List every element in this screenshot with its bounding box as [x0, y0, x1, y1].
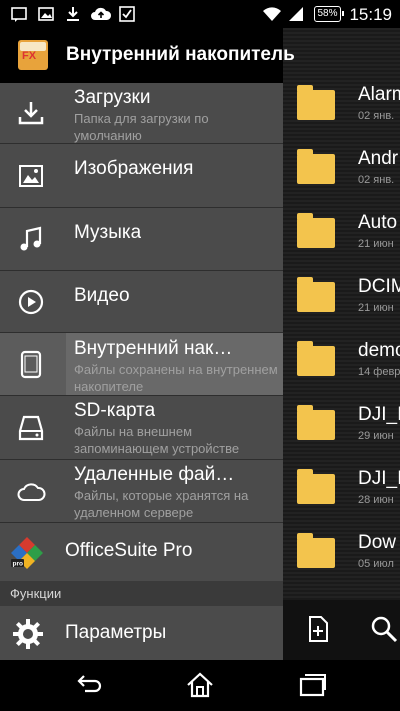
- home-icon[interactable]: [185, 672, 215, 698]
- status-time: 15:19: [349, 5, 392, 24]
- drawer-item-music[interactable]: Музыка: [0, 208, 283, 271]
- file-name: DCIM: [358, 276, 400, 297]
- image-icon: [38, 7, 54, 21]
- folder-icon: [297, 469, 335, 504]
- svg-text:pro: pro: [13, 561, 24, 568]
- download-icon: [18, 102, 44, 125]
- drawer-item-label: OfficeSuite Pro: [65, 540, 193, 561]
- file-name: DJI_I: [358, 468, 400, 489]
- tablet-icon: [20, 350, 42, 379]
- checkbox-icon: [119, 6, 135, 22]
- drawer-item-text: Видео: [66, 271, 283, 332]
- drawer-item-video[interactable]: Видео: [0, 271, 283, 333]
- folder-icon: [297, 405, 335, 440]
- file-row[interactable]: DJI_I 28 июн: [283, 458, 400, 522]
- drawer-item-remote-files[interactable]: Удаленные фай… Файлы, которые хранятся н…: [0, 460, 283, 523]
- battery-indicator: 58%: [314, 6, 344, 22]
- system-nav-bar: [0, 660, 400, 711]
- drawer-item-internal-storage[interactable]: Внутренний нак… Файлы сохранены на внутр…: [0, 333, 283, 396]
- drawer-item-images[interactable]: Изображения: [0, 144, 283, 208]
- drawer-item-subtitle: Файлы, которые хранятся на удаленном сер…: [74, 488, 249, 520]
- drawer-item-subtitle: Папка для загрузки по умолчанию: [74, 111, 209, 143]
- message-icon: [11, 7, 27, 22]
- file-row[interactable]: DJI_I 29 июн: [283, 394, 400, 458]
- file-name: Andr: [358, 148, 399, 169]
- gear-icon: [13, 619, 43, 649]
- drawer-item-label: Параметры: [65, 622, 167, 643]
- search-icon[interactable]: [369, 614, 399, 644]
- file-row[interactable]: Alarm 02 янв.: [283, 74, 400, 138]
- folder-icon: [297, 341, 335, 376]
- file-name: DJI_I: [358, 404, 400, 425]
- file-row[interactable]: DCIM 21 июн: [283, 266, 400, 330]
- drawer-item-text: Музыка: [66, 208, 283, 270]
- folder-icon: [297, 85, 335, 120]
- drawer-title: Внутренний накопитель: [66, 44, 295, 65]
- folder-icon: [297, 149, 335, 184]
- drawer-item-label: Внутренний нак…: [74, 338, 233, 359]
- drawer-item-settings[interactable]: Параметры: [0, 606, 283, 660]
- file-date: 28 июн: [358, 494, 394, 506]
- drawer-item-text: Загрузки Папка для загрузки по умолчанию: [66, 83, 283, 143]
- navigation-drawer: Внутренний накопитель Загрузки Папка для…: [0, 28, 295, 660]
- file-date: 02 янв.: [358, 174, 395, 186]
- file-name: Auto: [358, 212, 398, 233]
- wifi-icon: [263, 7, 281, 22]
- file-list: Alarm 02 янв. Andr 02 янв. Auto 21 июн DCIM…: [283, 28, 400, 600]
- drive-icon: [18, 415, 44, 441]
- section-header-functions: Функции: [0, 581, 283, 606]
- folder-icon: [297, 533, 335, 568]
- file-date: 14 февр: [358, 366, 400, 378]
- signal-icon: [289, 7, 303, 21]
- drawer-item-downloads[interactable]: Загрузки Папка для загрузки по умолчанию: [0, 83, 283, 144]
- drawer-item-subtitle: Файлы на внешнем запоминающем устройстве: [74, 424, 240, 456]
- file-date: 05 июл: [358, 558, 394, 570]
- file-row[interactable]: Auto 21 июн: [283, 202, 400, 266]
- drawer-item-text: SD-карта Файлы на внешнем запоминающем у…: [66, 396, 283, 459]
- drawer-item-text: Изображения: [66, 144, 283, 207]
- file-date: 02 янв.: [358, 110, 395, 122]
- file-date: 21 июн: [358, 238, 394, 250]
- back-icon[interactable]: [75, 672, 105, 698]
- file-row[interactable]: demo 14 февр: [283, 330, 400, 394]
- drawer-item-officesuite[interactable]: pro OfficeSuite Pro: [0, 523, 283, 581]
- drawer-item-label: Видео: [74, 285, 130, 306]
- image-icon: [19, 165, 43, 187]
- section-header-label: Функции: [10, 586, 62, 601]
- status-bar: 58% 15:19: [0, 0, 400, 28]
- folder-icon: [297, 213, 335, 248]
- music-note-icon: [20, 226, 42, 251]
- folder-icon: [297, 277, 335, 312]
- drawer-item-label: Удаленные фай…: [74, 464, 235, 485]
- fx-logo-icon: [18, 40, 48, 70]
- drawer-item-label: Музыка: [74, 222, 142, 243]
- cloud-icon: [17, 483, 46, 501]
- officesuite-icon: pro: [11, 537, 43, 569]
- file-name: demo: [358, 340, 400, 361]
- drawer-item-sd-card[interactable]: SD-карта Файлы на внешнем запоминающем у…: [0, 396, 283, 460]
- file-name: Dow: [358, 532, 397, 553]
- drawer-header: Внутренний накопитель: [0, 28, 295, 83]
- file-date: 29 июн: [358, 430, 394, 442]
- download-icon: [67, 7, 79, 21]
- file-date: 21 июн: [358, 302, 394, 314]
- file-name: Alarm: [358, 84, 400, 105]
- play-circle-icon: [18, 289, 44, 315]
- drawer-item-subtitle: Файлы сохранены на внутреннем накопителе: [74, 362, 278, 394]
- drawer-item-label: Загрузки: [74, 87, 151, 108]
- bottom-toolbar: [283, 600, 400, 660]
- cloud-upload-icon: [91, 7, 112, 20]
- drawer-item-label: SD-карта: [74, 400, 156, 421]
- file-row[interactable]: Dow 05 июл: [283, 522, 400, 586]
- file-row[interactable]: Andr 02 янв.: [283, 138, 400, 202]
- drawer-item-label: Изображения: [74, 158, 194, 179]
- drawer-item-text: Внутренний нак… Файлы сохранены на внутр…: [66, 333, 283, 395]
- drawer-item-text: Удаленные фай… Файлы, которые хранятся н…: [66, 460, 283, 522]
- new-file-icon[interactable]: [303, 614, 333, 644]
- recent-apps-icon[interactable]: [298, 672, 328, 698]
